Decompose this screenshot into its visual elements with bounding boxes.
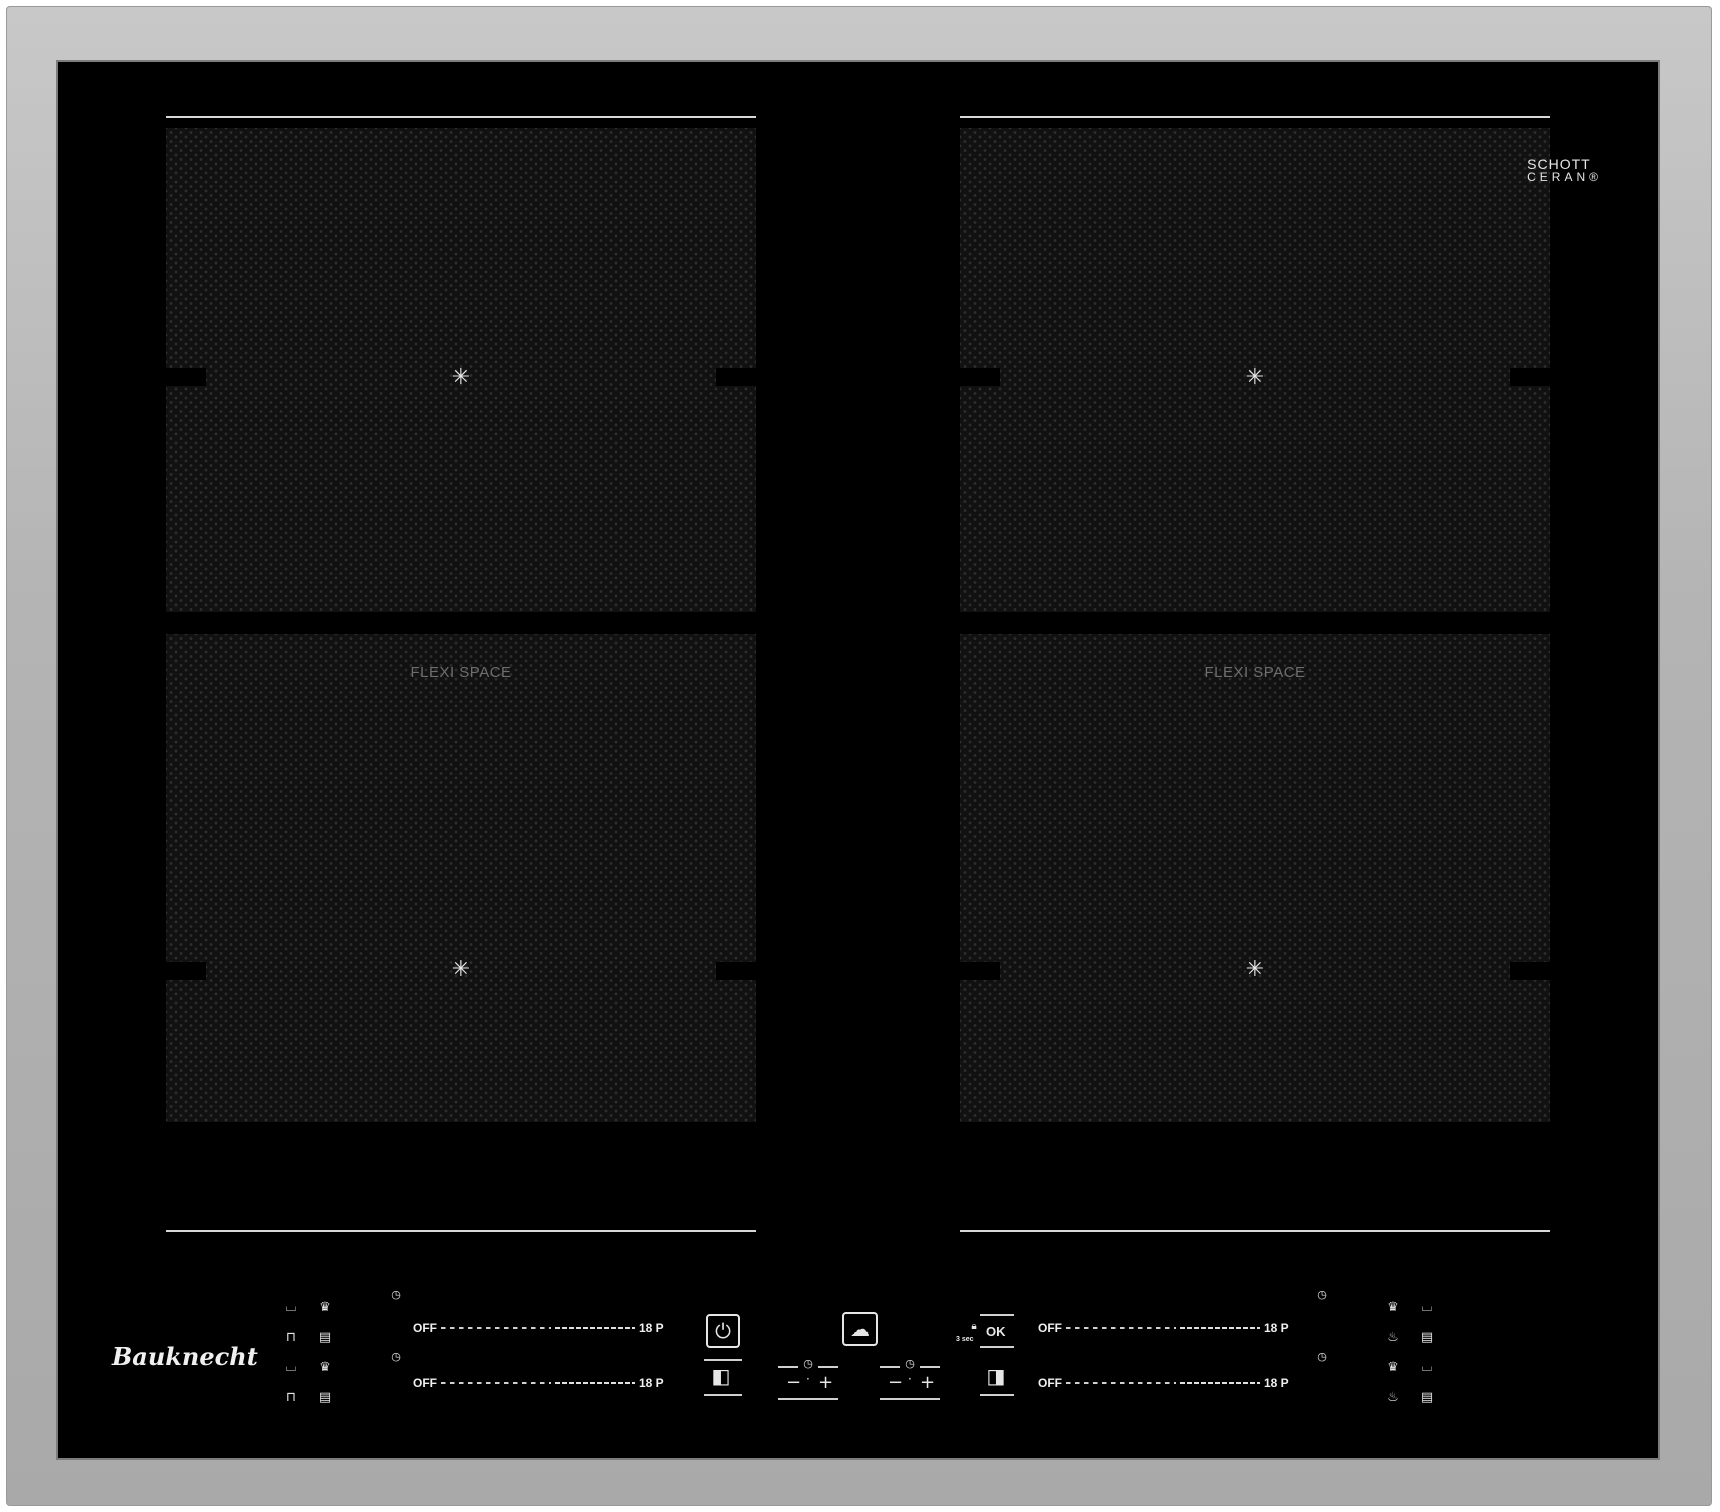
zone-notch [960, 368, 1000, 386]
pot-icon[interactable]: ⊓ [283, 1331, 299, 1345]
zone-notch [716, 368, 756, 386]
level-icon[interactable]: ▤ [317, 1391, 333, 1405]
timer-plus-button[interactable]: + [920, 1372, 935, 1393]
crown-pan-icon[interactable]: ♛ [317, 1361, 333, 1375]
timer-minus-button[interactable]: − [786, 1372, 801, 1393]
flexi-zone-icon: ◧ [711, 1364, 731, 1388]
slider-off-label: OFF [1038, 1376, 1062, 1390]
zone-notch [166, 368, 206, 386]
divider [704, 1394, 742, 1396]
divider [704, 1359, 742, 1361]
left-flexi-space-label: FLEXI SPACE [410, 664, 512, 681]
power-icon: ⏻ [715, 1319, 731, 1343]
flexi-zone-icon: ◨ [986, 1364, 1006, 1388]
level-icon[interactable]: ▤ [317, 1331, 333, 1345]
right-rear-zone [960, 634, 1550, 1122]
right-flexi-button[interactable]: ◨ [985, 1366, 1007, 1386]
slider-max-label: 18 P [639, 1321, 664, 1335]
boil-pan-icon[interactable]: ♨ [1385, 1331, 1401, 1345]
dot: · [908, 1372, 912, 1386]
divider [920, 1366, 940, 1368]
level-icon[interactable]: ▤ [1419, 1331, 1435, 1345]
timer-minus-button[interactable]: − [888, 1372, 903, 1393]
divider [778, 1366, 798, 1368]
slider-off-label: OFF [1038, 1321, 1062, 1335]
zone-notch [1510, 368, 1550, 386]
ok-lock-button[interactable]: OK [986, 1324, 1006, 1339]
left-front-power-slider[interactable]: OFF 18 P [413, 1321, 664, 1335]
zone-notch [960, 962, 1000, 980]
timer-icon[interactable]: ◷ [388, 1288, 404, 1302]
timer-icon: ◷ [905, 1357, 915, 1370]
slider-off-label: OFF [413, 1321, 437, 1335]
divider [980, 1394, 1014, 1396]
divider [880, 1398, 940, 1400]
crown-pan-icon[interactable]: ♛ [1385, 1361, 1401, 1375]
schott-ceran-logo: SCHOTT CERAN® [1527, 156, 1602, 184]
right-zone-top-line [960, 116, 1550, 118]
divider [818, 1366, 838, 1368]
left-zone-bottom-line [166, 1230, 756, 1232]
timer-icon[interactable]: ◷ [388, 1350, 404, 1364]
zone-notch [1510, 962, 1550, 980]
zone-center-mark-icon: ✳ [1245, 365, 1265, 390]
crown-pan-icon[interactable]: ♛ [1385, 1301, 1401, 1315]
divider [980, 1346, 1014, 1348]
pan-icon[interactable]: ⌴ [283, 1361, 299, 1375]
zone-center-mark-icon: ✳ [1245, 957, 1265, 982]
timer-plus-button[interactable]: + [818, 1372, 833, 1393]
right-zone-bottom-line [960, 1230, 1550, 1232]
lock-icon: 🔒︎ [971, 1321, 977, 1332]
bauknecht-logo: Bauknecht [112, 1342, 258, 1371]
dot: · [806, 1372, 810, 1386]
pan-icon[interactable]: ⌴ [1419, 1361, 1435, 1375]
zone-center-mark-icon: ✳ [451, 365, 471, 390]
pan-icon[interactable]: ⌴ [1419, 1301, 1435, 1315]
chef-program-button[interactable]: ☁ [842, 1312, 878, 1346]
left-rear-zone [166, 634, 756, 1122]
divider [980, 1314, 1014, 1316]
divider [880, 1366, 900, 1368]
level-icon[interactable]: ▤ [1419, 1391, 1435, 1405]
timer-icon[interactable]: ◷ [1314, 1288, 1330, 1302]
right-front-power-slider[interactable]: OFF 18 P [1038, 1321, 1289, 1335]
left-zone-top-line [166, 116, 756, 118]
zone-center-mark-icon: ✳ [451, 957, 471, 982]
timer-icon[interactable]: ◷ [1314, 1350, 1330, 1364]
pan-icon[interactable]: ⌴ [283, 1301, 299, 1315]
right-flexi-space-label: FLEXI SPACE [1204, 664, 1306, 681]
chef-hat-icon: ☁ [850, 1317, 870, 1341]
slider-off-label: OFF [413, 1376, 437, 1390]
crown-pan-icon[interactable]: ♛ [317, 1301, 333, 1315]
left-rear-power-slider[interactable]: OFF 18 P [413, 1376, 664, 1390]
divider [778, 1398, 838, 1400]
zone-notch [716, 962, 756, 980]
power-button[interactable]: ⏻ [706, 1314, 740, 1348]
right-rear-power-slider[interactable]: OFF 18 P [1038, 1376, 1289, 1390]
lock-time-label: 3 sec [956, 1336, 974, 1343]
slider-max-label: 18 P [1264, 1376, 1289, 1390]
slider-max-label: 18 P [639, 1376, 664, 1390]
ceramic-glass-top: ✳ ✳ FLEXI SPACE ✳ ✳ FLEXI SPACE SCHOTT C… [58, 62, 1658, 1458]
zone-notch [166, 962, 206, 980]
ceran-text: CERAN [1527, 170, 1590, 184]
timer-icon: ◷ [803, 1357, 813, 1370]
left-flexi-button[interactable]: ◧ [710, 1366, 732, 1386]
slider-max-label: 18 P [1264, 1321, 1289, 1335]
boil-pan-icon[interactable]: ♨ [1385, 1391, 1401, 1405]
pot-icon[interactable]: ⊓ [283, 1391, 299, 1405]
